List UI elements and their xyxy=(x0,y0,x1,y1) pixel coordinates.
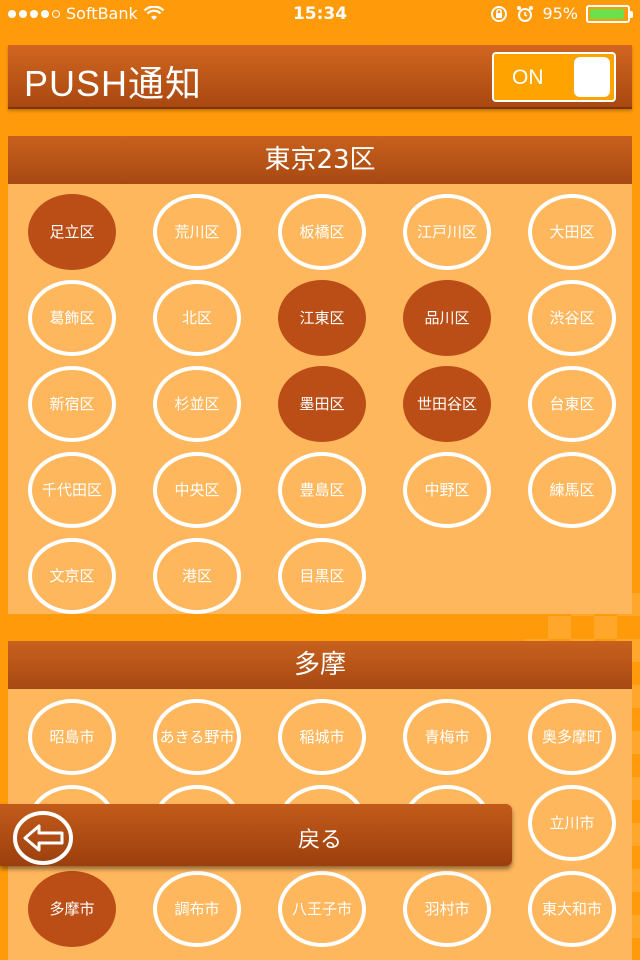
area-button[interactable]: 葛飾区 xyxy=(28,280,116,356)
battery-fill xyxy=(590,8,625,19)
status-bar: SoftBank 15:34 95% xyxy=(0,0,640,30)
back-button[interactable]: 戻る xyxy=(0,804,512,866)
rotation-lock-icon xyxy=(491,5,508,22)
area-button[interactable]: 奥多摩町 xyxy=(528,699,616,775)
area-button[interactable]: 八王子市 xyxy=(278,871,366,947)
toggle-label: ON xyxy=(512,66,544,89)
section-tokyo-23: 東京23区 足立区 荒川区 板橋区 江戸川区 大田区葛飾区 北区 江東区 品川区 渋谷区新宿区杉… xyxy=(8,136,632,614)
section-title: 多摩 xyxy=(8,641,632,689)
area-button[interactable]: 大田区 xyxy=(528,194,616,270)
area-button[interactable]: 東大和市 xyxy=(528,871,616,947)
area-button[interactable]: 台東区 xyxy=(528,366,616,442)
section-title: 東京23区 xyxy=(8,136,632,184)
area-button[interactable]: 北区 xyxy=(153,280,241,356)
area-button[interactable]: 昭島市 xyxy=(28,699,116,775)
area-button[interactable]: 中央区 xyxy=(153,452,241,528)
area-button[interactable]: 新宿区 xyxy=(28,366,116,442)
battery-icon xyxy=(586,4,633,23)
area-button[interactable]: 荒川区 xyxy=(153,194,241,270)
area-button[interactable]: 青梅市 xyxy=(403,699,491,775)
status-right: 95% xyxy=(490,4,633,23)
area-button[interactable]: 稲城市 xyxy=(278,699,366,775)
area-button[interactable]: 杉並区 xyxy=(153,366,241,442)
area-button[interactable]: 羽村市 xyxy=(403,871,491,947)
area-button[interactable]: 豊島区 xyxy=(278,452,366,528)
area-button[interactable]: 世田谷区 xyxy=(403,366,491,442)
back-label: 戻る xyxy=(297,828,342,853)
push-header: PUSH通知 ON xyxy=(8,45,632,109)
toggle-knob xyxy=(574,57,610,97)
page-title: PUSH通知 xyxy=(24,63,203,104)
area-button[interactable]: 練馬区 xyxy=(528,452,616,528)
area-button[interactable]: 千代田区 xyxy=(28,452,116,528)
area-button[interactable]: 品川区 xyxy=(403,280,491,356)
area-button[interactable]: 足立区 xyxy=(28,194,116,270)
alarm-icon xyxy=(517,5,534,22)
area-button[interactable]: 多摩市 xyxy=(28,871,116,947)
area-button[interactable]: 板橋区 xyxy=(278,194,366,270)
push-toggle[interactable]: ON xyxy=(492,52,616,102)
area-button[interactable]: 港区 xyxy=(153,538,241,614)
area-button[interactable]: あきる野市 xyxy=(153,699,241,775)
area-button[interactable]: 江戸川区 xyxy=(403,194,491,270)
section-tama: 多摩 昭島市 あきる野市 稲城市 青梅市 奥多摩町 立川市 多摩市 調布市 八王子市 羽村市 東大和… xyxy=(8,641,632,960)
area-button[interactable]: 渋谷区 xyxy=(528,280,616,356)
area-button[interactable]: 墨田区 xyxy=(278,366,366,442)
area-button[interactable]: 江東区 xyxy=(278,280,366,356)
area-button[interactable]: 調布市 xyxy=(153,871,241,947)
battery-percent: 95% xyxy=(542,4,578,23)
area-button[interactable]: 目黒区 xyxy=(278,538,366,614)
area-button[interactable]: 文京区 xyxy=(28,538,116,614)
area-button[interactable]: 中野区 xyxy=(403,452,491,528)
